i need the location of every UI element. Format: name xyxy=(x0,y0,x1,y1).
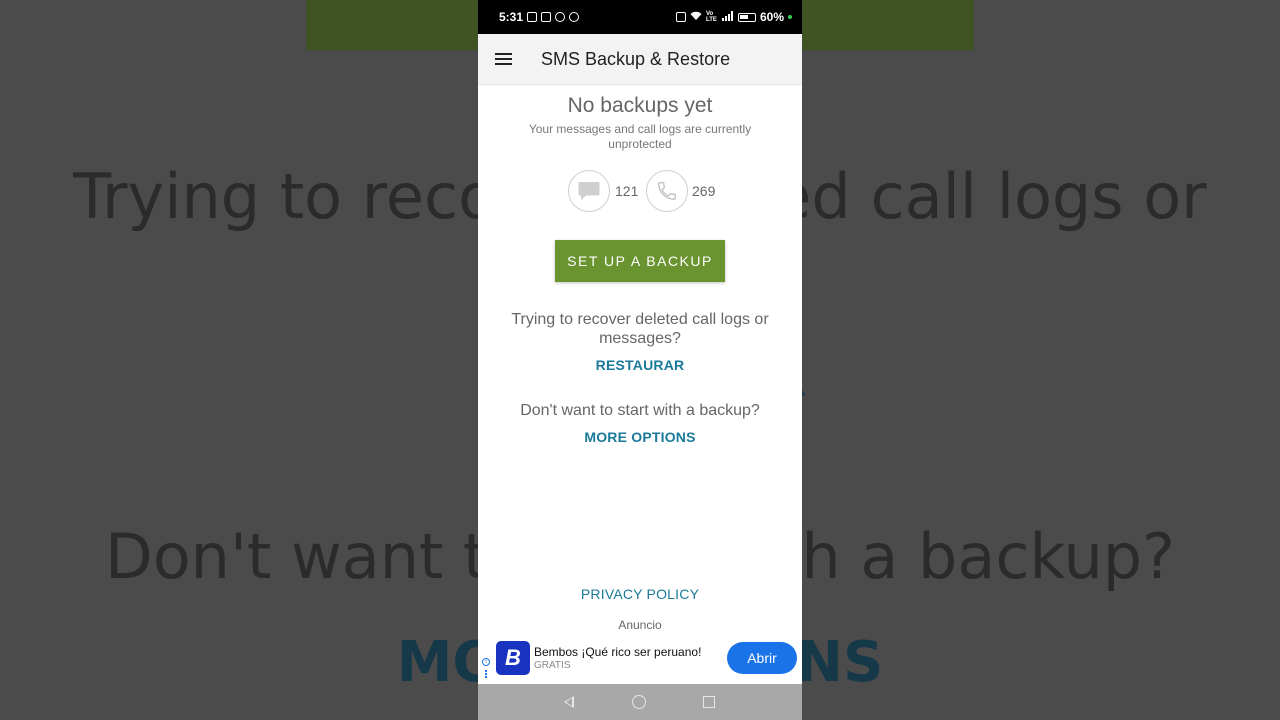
battery-percent: 60% xyxy=(759,10,784,24)
nfc-icon xyxy=(541,12,552,22)
phone-icon xyxy=(646,170,688,212)
navigation-bar xyxy=(478,684,802,720)
ad-options-icon[interactable] xyxy=(485,670,487,678)
status-bar-right: Vo LTE 60% xyxy=(675,10,792,24)
page-heading: No backups yet xyxy=(567,94,713,117)
ad-app-price: GRATIS xyxy=(534,660,571,671)
set-up-backup-button[interactable]: SET UP A BACKUP xyxy=(555,240,725,282)
ad-info-icon[interactable]: i xyxy=(482,658,490,666)
status-bar-left: 5:31 xyxy=(499,10,580,24)
message-count: 121 xyxy=(615,183,639,199)
backup-counts: 121 269 xyxy=(478,170,802,212)
wifi-icon xyxy=(690,10,702,24)
cast-icon xyxy=(527,12,538,22)
recent-apps-icon[interactable] xyxy=(703,696,715,708)
home-icon[interactable] xyxy=(632,695,646,709)
privacy-indicator-dot xyxy=(788,15,792,19)
status-time: 5:31 xyxy=(499,10,524,24)
volte-label: Vo LTE xyxy=(705,11,717,23)
ad-open-button[interactable]: Abrir xyxy=(727,642,797,674)
vibrate-icon xyxy=(675,12,686,22)
ad-label: Anuncio xyxy=(618,618,662,632)
privacy-policy-link[interactable]: PRIVACY POLICY xyxy=(478,586,802,602)
signal-icon xyxy=(721,10,734,24)
message-bubble-icon xyxy=(568,170,610,212)
battery-icon xyxy=(737,12,756,22)
restore-link[interactable]: RESTAURAR xyxy=(478,357,802,373)
ad-app-name: Bembos ¡Qué rico ser peruano! xyxy=(534,645,702,659)
alarm-icon xyxy=(555,12,566,22)
whatsapp-icon xyxy=(569,12,580,22)
protection-status-text: Your messages and call logs are currentl… xyxy=(528,122,752,151)
more-options-link[interactable]: MORE OPTIONS xyxy=(478,429,802,445)
status-bar: 5:31 Vo LTE 60% xyxy=(478,0,802,34)
app-bar: SMS Backup & Restore xyxy=(478,34,802,84)
app-title: SMS Backup & Restore xyxy=(541,48,731,69)
options-question: Don't want to start with a backup? xyxy=(520,402,760,419)
ad-banner[interactable]: i B Bembos ¡Qué rico ser peruano! GRATIS… xyxy=(478,638,802,684)
hamburger-menu-icon[interactable] xyxy=(478,34,528,84)
phone-screen: 5:31 Vo LTE 60% SMS Backup & Restore No … xyxy=(478,0,802,720)
battery-fill xyxy=(739,14,748,19)
ad-app-logo: B xyxy=(496,641,530,675)
recover-question: Trying to recover deleted call logs or m… xyxy=(511,311,769,347)
call-count: 269 xyxy=(692,183,716,199)
back-icon[interactable] xyxy=(564,696,574,708)
